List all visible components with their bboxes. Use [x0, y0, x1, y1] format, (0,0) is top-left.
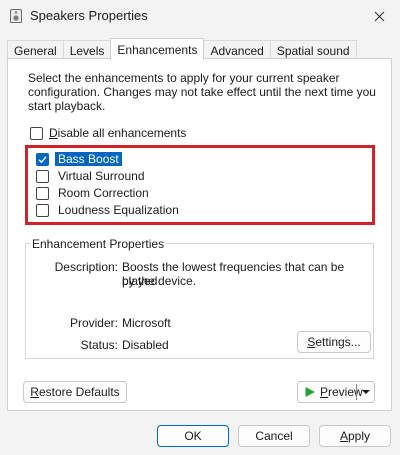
loudness-equalization-label: Loudness Equalization	[58, 203, 179, 217]
loudness-equalization-checkbox[interactable]	[36, 203, 49, 217]
tab-spatial-sound[interactable]: Spatial sound	[269, 40, 357, 60]
preview-split-button[interactable]: Preview	[297, 381, 375, 403]
enhancements-panel: Select the enhancements to apply for you…	[7, 58, 392, 411]
window-title: Speakers Properties	[30, 8, 148, 23]
split-separator	[356, 384, 357, 400]
disable-all-checkbox-box[interactable]	[30, 126, 43, 140]
bass-boost-checkbox[interactable]	[36, 152, 49, 166]
dropdown-arrow-icon[interactable]	[361, 387, 371, 397]
enhancement-properties-group: Description: Boosts the lowest frequenci…	[25, 243, 374, 359]
disable-all-label: Disable all enhancements	[49, 126, 187, 140]
enhancements-list-highlight: Bass Boost Virtual Surround Room Correct…	[25, 145, 375, 225]
virtual-surround-checkbox[interactable]	[36, 169, 49, 183]
tab-advanced[interactable]: Advanced	[203, 40, 271, 60]
enhancement-item-room-correction[interactable]: Room Correction	[36, 186, 152, 200]
description-label: Description:	[54, 260, 118, 274]
apply-button[interactable]: Apply	[319, 425, 391, 447]
description-value-line2: by the device.	[122, 274, 197, 288]
status-value: Disabled	[122, 338, 169, 352]
speaker-app-icon	[10, 9, 22, 23]
enhancement-item-bass-boost[interactable]: Bass Boost	[36, 151, 123, 167]
tab-enhancements[interactable]: Enhancements	[110, 38, 205, 60]
restore-defaults-button[interactable]: Restore Defaults	[23, 381, 127, 403]
virtual-surround-label: Virtual Surround	[58, 169, 145, 183]
tab-general[interactable]: General	[7, 40, 64, 60]
enhancement-item-loudness-equalization[interactable]: Loudness Equalization	[36, 203, 182, 217]
title-bar[interactable]: Speakers Properties	[0, 0, 400, 32]
enhancement-properties-legend: Enhancement Properties	[30, 237, 167, 251]
tab-strip: General Levels Enhancements Advanced Spa…	[7, 38, 357, 60]
close-button[interactable]	[368, 6, 390, 26]
ok-button[interactable]: OK	[157, 425, 229, 447]
cancel-button[interactable]: Cancel	[238, 425, 310, 447]
enhancements-description: Select the enhancements to apply for you…	[28, 71, 376, 113]
bass-boost-label: Bass Boost	[54, 151, 123, 167]
provider-value: Microsoft	[122, 316, 171, 330]
enhancement-item-virtual-surround[interactable]: Virtual Surround	[36, 169, 148, 183]
settings-button[interactable]: Settings...	[297, 331, 371, 353]
close-icon	[374, 11, 384, 21]
status-label: Status:	[80, 338, 118, 352]
room-correction-checkbox[interactable]	[36, 186, 49, 200]
tab-levels[interactable]: Levels	[62, 40, 112, 60]
speakers-properties-window: Speakers Properties General Levels Enhan…	[0, 0, 400, 455]
play-icon	[305, 387, 315, 397]
checkmark-icon	[38, 155, 47, 163]
room-correction-label: Room Correction	[58, 186, 149, 200]
provider-label: Provider:	[69, 316, 118, 330]
disable-all-enhancements-checkbox[interactable]: Disable all enhancements	[30, 126, 186, 140]
